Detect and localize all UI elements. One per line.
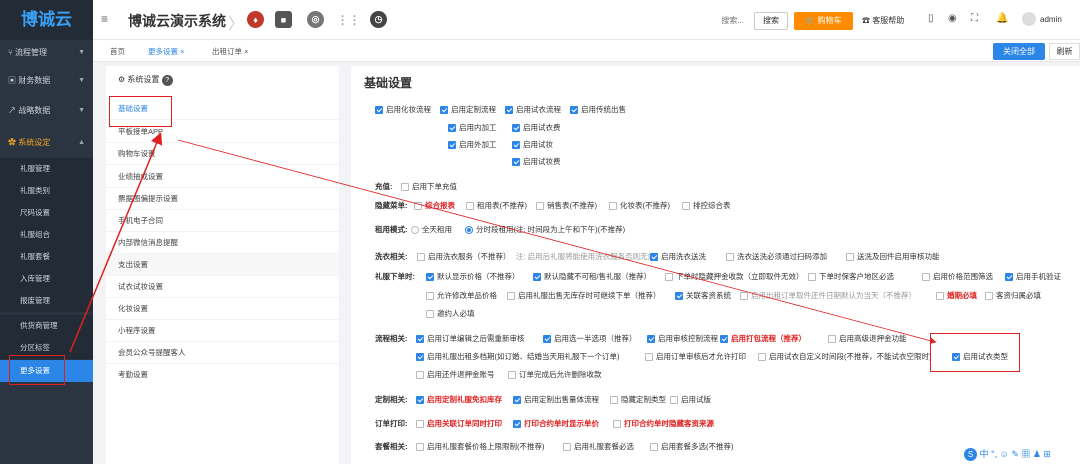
ime-label: 中 xyxy=(979,449,989,459)
input-method-tray[interactable]: S 中 °, ☺ ✎ ▦ ♟ ⊞ xyxy=(964,447,1051,461)
ime-icon[interactable]: S xyxy=(964,448,977,461)
annotation-arrows xyxy=(69,132,937,353)
